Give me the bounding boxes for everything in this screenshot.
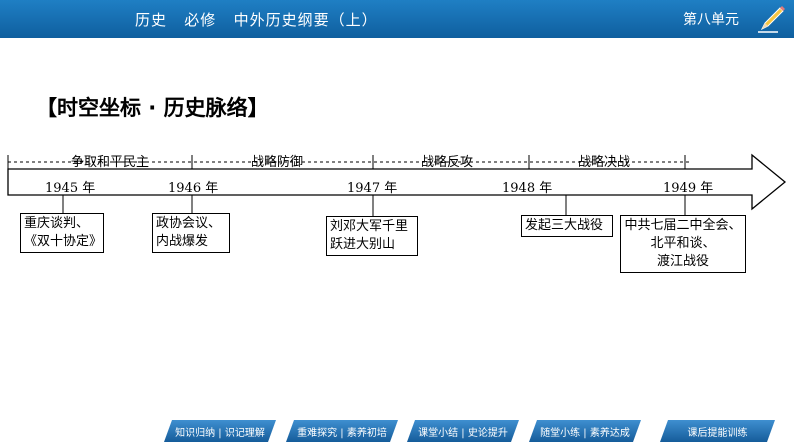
year-label: 1945 年: [45, 181, 96, 196]
event-line: 重庆谈判、: [24, 216, 90, 231]
phase-label: 战略决战: [578, 155, 631, 170]
nav-class-summary[interactable]: 课堂小结 | 史论提升: [407, 420, 519, 442]
year-label: 1949 年: [663, 181, 714, 196]
year-label: 1947 年: [347, 181, 398, 196]
pencil-icon: [758, 6, 785, 33]
event-line: 刘邓大军千里: [330, 219, 409, 234]
nav-quick-practice[interactable]: 随堂小练 | 素养达成: [529, 420, 641, 442]
event-line: 政协会议、: [156, 216, 222, 231]
header-bar: 历史 必修 中外历史纲要（上） 第八单元: [0, 0, 794, 38]
event-line: 跃进大别山: [330, 237, 396, 252]
event-line: 发起三大战役: [525, 218, 604, 233]
event-box: 发起三大战役: [521, 215, 613, 237]
course-title: 历史 必修 中外历史纲要（上）: [135, 11, 378, 29]
event-line: 内战爆发: [156, 234, 209, 249]
event-line: 中共七届二中全会、: [624, 218, 742, 233]
nav-knowledge-summary[interactable]: 知识归纳 | 识记理解: [164, 420, 276, 442]
nav-key-exploration[interactable]: 重难探究 | 素养初培: [286, 420, 398, 442]
section-title: 【时空坐标 · 历史脉络】: [36, 96, 269, 120]
year-label: 1948 年: [502, 181, 553, 196]
event-line: 北平和谈、: [650, 236, 716, 251]
event-box: 重庆谈判、 《双十协定》: [20, 213, 104, 253]
event-box: 刘邓大军千里 跃进大别山: [326, 216, 418, 256]
event-line: 《双十协定》: [24, 234, 103, 249]
event-line: 渡江战役: [656, 254, 709, 269]
nav-homework-training[interactable]: 课后提能训练: [660, 420, 775, 442]
year-label: 1946 年: [168, 181, 219, 196]
phase-label: 战略防御: [251, 155, 304, 170]
phase-label: 争取和平民主: [71, 155, 150, 170]
unit-label: 第八单元: [683, 12, 739, 28]
phase-label: 战略反攻: [421, 155, 474, 170]
event-box: 政协会议、 内战爆发: [152, 213, 230, 253]
event-box: 中共七届二中全会、 北平和谈、 渡江战役: [620, 215, 746, 273]
